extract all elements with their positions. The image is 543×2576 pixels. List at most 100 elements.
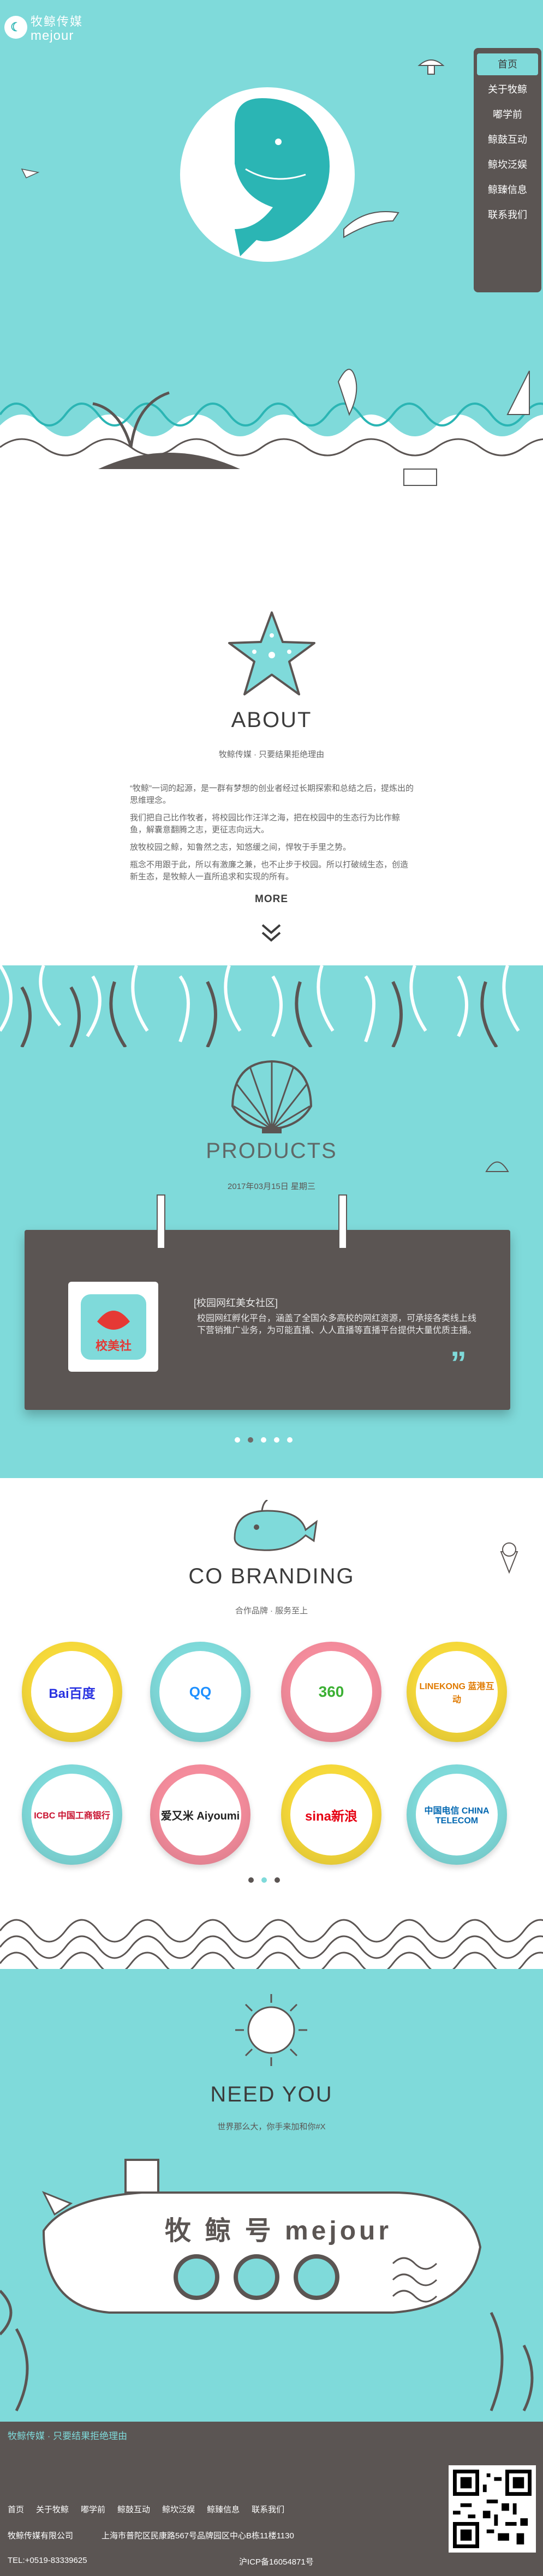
starfish-icon — [228, 611, 315, 695]
brand-logo: 爱又米 Aiyoumi — [159, 1774, 241, 1856]
submarine-illustration — [0, 2159, 534, 2412]
brand-badge[interactable]: 360 — [281, 1642, 381, 1742]
need-you-section: NEED YOU 世界那么大，你手来加和你#X 牧 鲸 号 mejour — [0, 1969, 543, 2422]
nav-home[interactable]: 首页 — [477, 53, 538, 75]
footer-link[interactable]: 首页 — [8, 2503, 24, 2515]
footer-link[interactable]: 关于牧鲸 — [36, 2503, 69, 2515]
brand-badge[interactable]: QQ — [150, 1642, 250, 1742]
branding-subtitle: 合作品牌 · 服务至上 — [235, 1606, 308, 1616]
carousel-dot[interactable] — [261, 1437, 266, 1443]
page: ☾ 牧鲸传媒 mejour 首页 关于牧鲸 嘟学前 鲸鼓互动 鲸坎泛娱 鲸臻信息… — [0, 0, 543, 2576]
carousel-dot[interactable] — [235, 1437, 240, 1443]
product-thumbnail: 校美社 — [68, 1282, 158, 1372]
carousel-dot[interactable] — [274, 1437, 279, 1443]
footer-link[interactable]: 嘟学前 — [81, 2503, 105, 2515]
shell-icon — [231, 1060, 313, 1133]
qr-code-icon — [449, 2465, 536, 2553]
hero-illustration — [0, 59, 543, 491]
seaweed-border — [0, 965, 520, 1047]
brand-name: LINEKONG 蓝港互动 — [419, 1682, 494, 1704]
brand-badge[interactable]: LINEKONG 蓝港互动 — [407, 1642, 507, 1742]
sun-icon — [235, 1994, 307, 2066]
hero-section: ☾ 牧鲸传媒 mejour 首页 关于牧鲸 嘟学前 鲸鼓互动 鲸坎泛娱 鲸臻信息… — [0, 0, 543, 491]
products-date: 2017年03月15日 星期三 — [228, 1182, 315, 1191]
quote-mark-icon: ” — [450, 1345, 467, 1382]
need-you-subtitle: 世界那么大，你手来加和你#X — [217, 2122, 326, 2131]
brand-logo: sina新浪 — [290, 1774, 372, 1856]
product-description: 校园网红孵化平台，涵盖了全国众多高校的网红资源，可承接各类线上线下营销推广业务，… — [196, 1314, 476, 1335]
logo-cn: 牧鲸传媒 — [31, 15, 83, 28]
co-branding-section: CO BRANDING 合作品牌 · 服务至上 Bai百度 QQ 360 LIN… — [0, 1478, 543, 1969]
nav-info[interactable]: 鲸臻信息 — [477, 179, 538, 201]
double-chevron-down-icon[interactable] — [259, 922, 283, 944]
product-card[interactable]: 校美社 [校园网红美女社区] 校园网红孵化平台，涵盖了全国众多高校的网红资源，可… — [25, 1230, 510, 1410]
brand-badge[interactable]: 中国电信 CHINA TELECOM — [407, 1764, 507, 1865]
xiaomeishe-logo-icon: 校美社 — [80, 1294, 146, 1360]
logo-en: mejour — [31, 28, 74, 43]
products-carousel-dots — [235, 1437, 293, 1443]
products-section: PRODUCTS 2017年03月15日 星期三 校美社 [校园网红美女社区] … — [0, 965, 543, 1478]
carousel-dot[interactable] — [248, 1437, 253, 1443]
carousel-dot[interactable] — [261, 1877, 267, 1883]
about-body: “牧鲸”一词的起源，是一群有梦想的创业者经过长期探索和总结之后，提炼出的思维理念… — [130, 783, 414, 888]
branding-title: CO BRANDING — [188, 1564, 355, 1588]
branding-carousel-dots — [248, 1877, 280, 1883]
brand-badge[interactable]: ICBC 中国工商银行 — [22, 1764, 122, 1865]
submarine-text: 牧 鲸 号 mejour — [164, 2217, 392, 2245]
brand-logo: 360 — [290, 1651, 372, 1733]
nav-dxq[interactable]: 嘟学前 — [477, 104, 538, 125]
brand-name: sina新浪 — [305, 1809, 358, 1824]
brand-name: QQ — [189, 1683, 212, 1700]
brand-logo: QQ — [159, 1651, 241, 1733]
brand-logo[interactable]: ☾ 牧鲸传媒 mejour — [4, 12, 83, 43]
wave-pattern — [0, 1919, 543, 1969]
carousel-dot[interactable] — [287, 1437, 293, 1443]
footer-link[interactable]: 鲸臻信息 — [207, 2503, 240, 2515]
about-paragraph: 我们把自己比作牧者，将校园比作汪洋之海，把在校园中的生态行为比作鲸鱼，解囊意翻腾… — [130, 813, 401, 834]
product-title: [校园网红美女社区] — [194, 1298, 278, 1308]
clip-icon — [338, 1194, 347, 1249]
nav-contact[interactable]: 联系我们 — [477, 204, 538, 226]
need-you-title: NEED YOU — [210, 2082, 333, 2106]
shell-small-icon — [485, 1161, 509, 1172]
whale-logo-icon: ☾ — [4, 16, 27, 39]
about-paragraph: “牧鲸”一词的起源，是一群有梦想的创业者经过长期探索和总结之后，提炼出的思维理念… — [130, 784, 414, 805]
brand-logo: 中国电信 CHINA TELECOM — [416, 1774, 498, 1856]
about-paragraph: 瓶念不用跟于此，所以有激廉之兼，也不止步于校园。所以打破绒生态，创造新生态，是牧… — [130, 860, 409, 881]
whale-icon — [234, 1500, 318, 1551]
company-phone: TEL:+0519-83339625 — [8, 2556, 87, 2565]
brand-logo: LINEKONG 蓝港互动 — [416, 1651, 498, 1733]
footer-link[interactable]: 鲸坎泛娱 — [162, 2503, 195, 2515]
footer-links: 首页 关于牧鲸 嘟学前 鲸鼓互动 鲸坎泛娱 鲸臻信息 联系我们 — [8, 2503, 284, 2515]
more-button[interactable]: MORE — [0, 893, 543, 905]
brand-logo: ICBC 中国工商银行 — [31, 1774, 113, 1856]
brand-badge[interactable]: sina新浪 — [281, 1764, 381, 1865]
clip-icon — [157, 1194, 165, 1249]
brand-name: 中国电信 CHINA TELECOM — [424, 1806, 490, 1826]
about-subtitle: 牧鲸传媒 · 只要结果拒绝理由 — [218, 750, 325, 759]
products-title: PRODUCTS — [206, 1139, 337, 1163]
carousel-dot[interactable] — [248, 1877, 254, 1883]
brand-badge[interactable]: Bai百度 — [22, 1642, 122, 1742]
brand-logo: Bai百度 — [31, 1651, 113, 1733]
nav-entertain[interactable]: 鲸坎泛娱 — [477, 154, 538, 176]
brand-name: 360 — [318, 1683, 344, 1700]
about-paragraph: 放牧校园之鲸，知鲁然之志，知悠缓之间，悍牧于手里之势。 — [130, 843, 351, 852]
footer-slogan: 牧鲸传媒 · 只要结果拒绝理由 — [8, 2431, 128, 2441]
about-title: ABOUT — [231, 708, 312, 732]
icp-number: 沪ICP备16054871号 — [239, 2557, 314, 2567]
site-footer: 牧鲸传媒 · 只要结果拒绝理由 首页 关于牧鲸 嘟学前 鲸鼓互动 鲸坎泛娱 鲸臻… — [0, 2422, 543, 2576]
footer-link[interactable]: 鲸鼓互动 — [117, 2503, 150, 2515]
about-section: ABOUT 牧鲸传媒 · 只要结果拒绝理由 “牧鲸”一词的起源，是一群有梦想的创… — [0, 491, 543, 965]
brand-name: Bai百度 — [49, 1686, 96, 1701]
side-nav: 首页 关于牧鲸 嘟学前 鲸鼓互动 鲸坎泛娱 鲸臻信息 联系我们 — [474, 48, 541, 292]
product-logo-text: 校美社 — [95, 1339, 131, 1353]
company-name: 牧鲸传媒有限公司 — [8, 2531, 74, 2541]
footer-link[interactable]: 联系我们 — [252, 2503, 284, 2515]
nav-about[interactable]: 关于牧鲸 — [477, 79, 538, 100]
nav-interact[interactable]: 鲸鼓互动 — [477, 129, 538, 151]
brand-name: 爱又米 Aiyoumi — [160, 1810, 240, 1822]
carousel-dot[interactable] — [275, 1877, 280, 1883]
brand-badge[interactable]: 爱又米 Aiyoumi — [150, 1764, 250, 1865]
brand-name: ICBC 中国工商银行 — [34, 1811, 110, 1821]
